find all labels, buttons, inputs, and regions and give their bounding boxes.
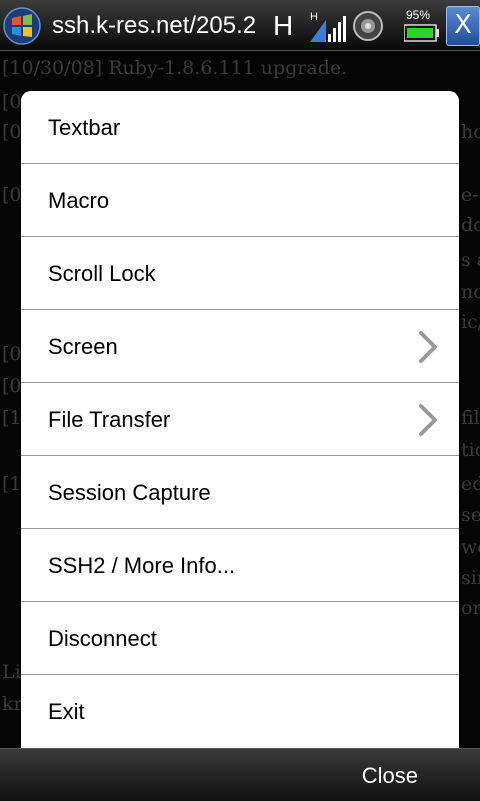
speaker-icon[interactable] [352,10,384,42]
terminal-line: sin [461,567,480,589]
status-bar: ssh.k-res.net/205.2 H H 95% X [0,0,480,51]
close-softkey-button[interactable]: Close [362,763,418,789]
menu-item-disconnect[interactable]: Disconnect [21,602,459,675]
terminal-line: [0 [2,184,22,206]
menu-item-label: Disconnect [48,626,157,651]
menu-item-label: File Transfer [48,407,171,432]
terminal-line: s a [461,249,480,271]
menu-item-label: Textbar [48,115,121,140]
terminal-line: ons [461,597,480,619]
terminal-line: ho [461,121,480,143]
terminal-line: [0 [2,375,22,397]
menu-item-screen[interactable]: Screen [21,310,459,383]
terminal-line: [10/30/08] Ruby-1.8.6.111 upgrade. [2,57,348,79]
menu-item-label: Macro [48,188,110,213]
terminal-line: tic [461,439,480,461]
terminal-line: [1 [2,473,22,495]
chevron-right-icon [419,331,437,363]
menu-item-scroll-lock[interactable]: Scroll Lock [21,237,459,310]
menu-item-ssh2-more-info[interactable]: SSH2 / More Info... [21,529,459,602]
menu-item-textbar[interactable]: Textbar [21,91,459,164]
terminal-line: se [461,504,480,526]
menu-item-label: SSH2 / More Info... [48,553,236,578]
network-type-indicator: H [273,10,294,41]
menu-item-file-transfer[interactable]: File Transfer [21,383,459,456]
terminal-line: [0 [2,343,22,365]
terminal-line: no [461,281,480,303]
chevron-right-icon [419,404,437,436]
menu-item-label: Scroll Lock [48,261,156,286]
signal-network-letter: H [310,11,318,23]
menu-item-label: Exit [48,699,85,724]
battery-percent: 95% [406,8,431,22]
menu-item-label: Session Capture [48,480,211,505]
terminal-line: ed [461,473,480,495]
close-window-button[interactable]: X [446,6,480,46]
context-menu: Textbar Macro Scroll Lock Screen File Tr… [21,91,459,748]
menu-item-macro[interactable]: Macro [21,164,459,237]
softkey-bar: Close [0,748,480,801]
terminal-line: do [461,214,480,236]
terminal-line: kr [2,693,23,715]
terminal-line: [0 [2,91,22,113]
terminal-line: [0 [2,121,22,143]
signal-strength-icon: H [310,11,346,42]
terminal-line: [1 [2,407,22,429]
terminal-line: e- [461,184,479,206]
terminal-line: ic/ [461,311,480,333]
menu-item-exit[interactable]: Exit [21,675,459,748]
menu-item-session-capture[interactable]: Session Capture [21,456,459,529]
battery-icon [404,24,439,42]
terminal-line: fill [461,407,480,429]
menu-item-label: Screen [48,334,118,359]
window-title: ssh.k-res.net/205.2 [52,12,257,39]
terminal-line: we [461,536,480,558]
windows-start-icon[interactable] [2,6,42,46]
